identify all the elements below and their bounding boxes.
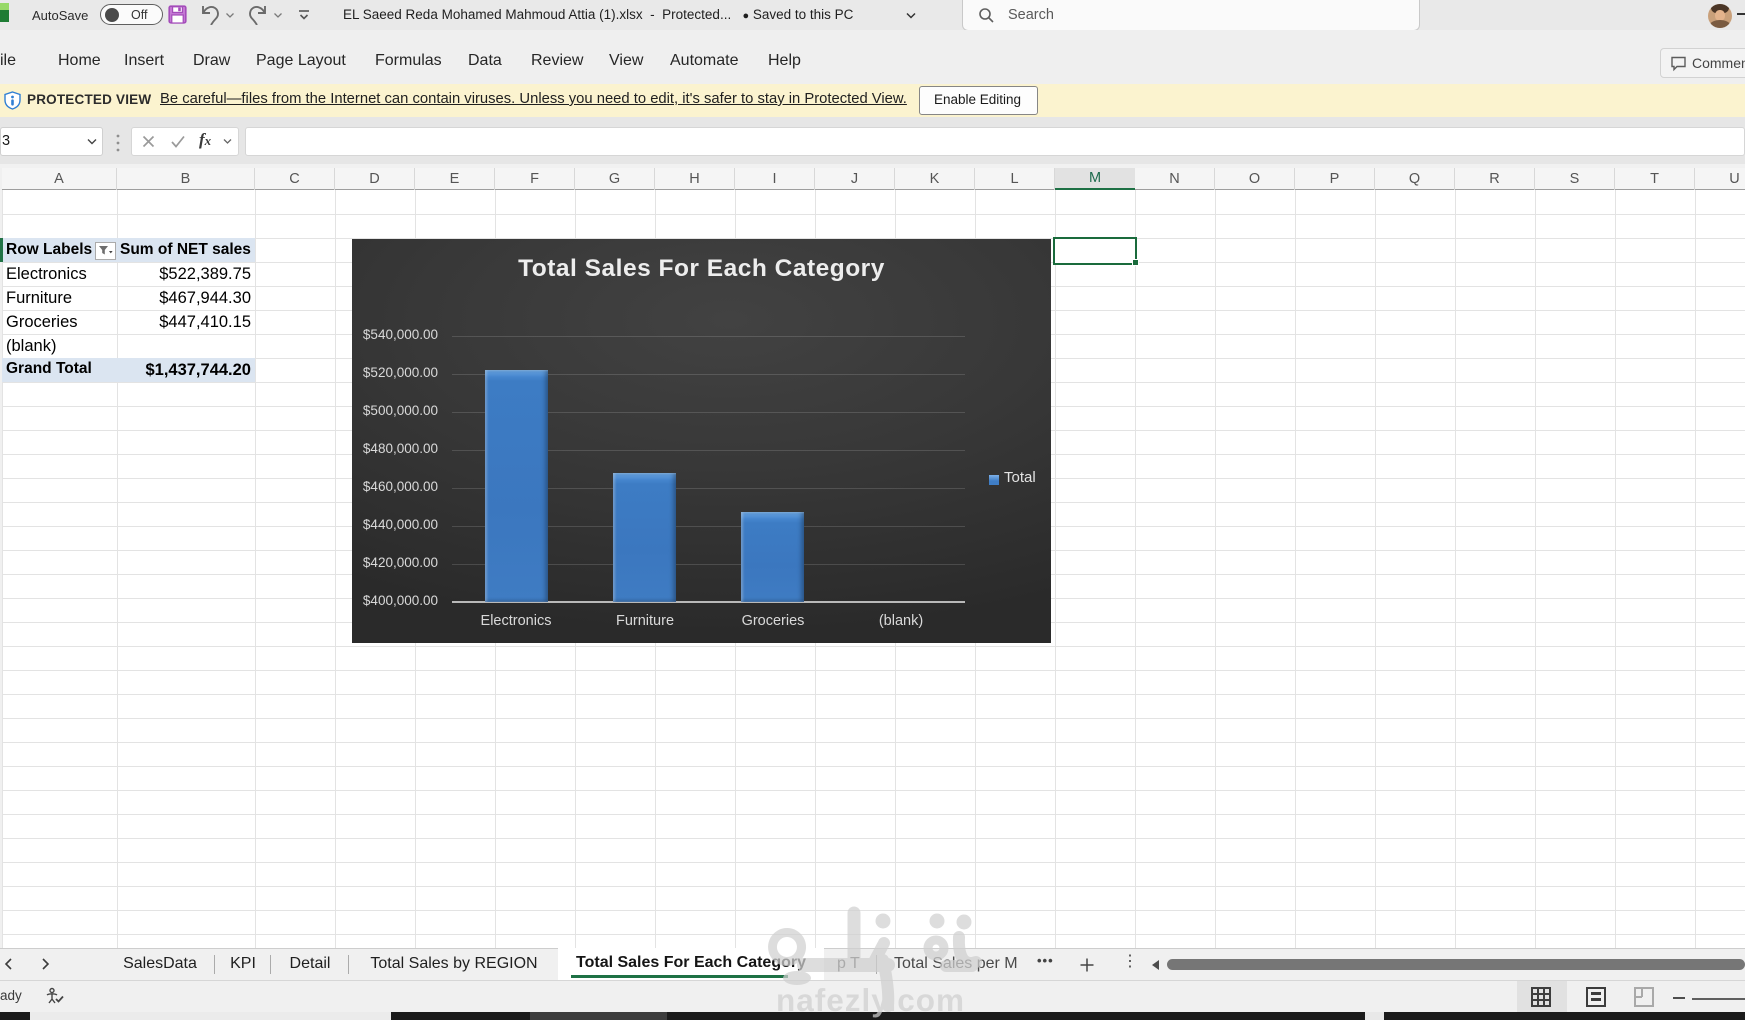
svg-text:nafezly.com: nafezly.com	[776, 982, 965, 1018]
